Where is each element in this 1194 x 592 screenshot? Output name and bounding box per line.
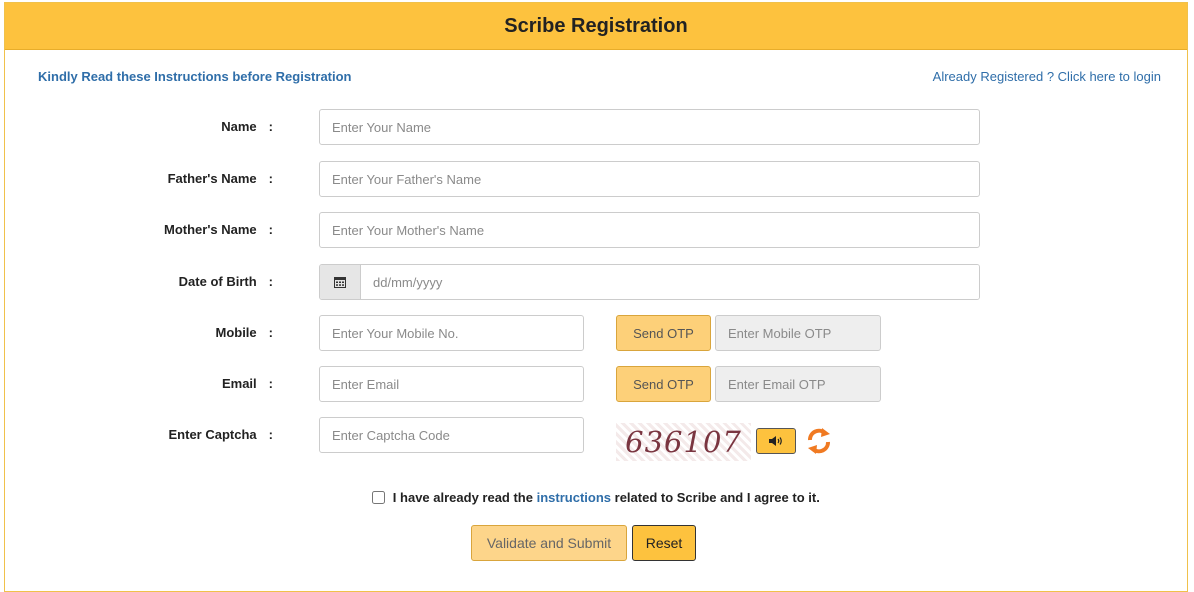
- captcha-row: Enter Captcha: 636107: [5, 417, 1187, 461]
- name-row: Name:: [5, 109, 1187, 145]
- page-title: Scribe Registration: [5, 3, 1187, 50]
- name-input[interactable]: [319, 109, 980, 145]
- agree-checkbox[interactable]: [372, 491, 386, 504]
- email-row: Email: Send OTP: [5, 366, 1187, 402]
- captcha-input[interactable]: [319, 417, 584, 453]
- send-email-otp-button[interactable]: Send OTP: [616, 366, 711, 402]
- agree-suffix: related to Scribe and I agree to it.: [614, 490, 820, 505]
- email-input[interactable]: [319, 366, 584, 402]
- email-label: Email:: [221, 376, 273, 391]
- dob-label: Date of Birth:: [178, 274, 273, 289]
- dob-field: [319, 264, 980, 300]
- dob-row: Date of Birth:: [5, 264, 1187, 300]
- refresh-icon[interactable]: [807, 427, 831, 460]
- top-links: Kindly Read these Instructions before Re…: [38, 69, 1161, 89]
- instructions-link[interactable]: Kindly Read these Instructions before Re…: [38, 69, 352, 84]
- registration-panel: Scribe Registration Kindly Read these In…: [4, 2, 1188, 592]
- validate-submit-button[interactable]: Validate and Submit: [471, 525, 627, 561]
- father-name-label: Father's Name:: [167, 171, 273, 186]
- agree-prefix: I have already read the: [392, 490, 533, 505]
- email-otp-input[interactable]: [715, 366, 881, 402]
- mother-name-input[interactable]: [319, 212, 980, 248]
- mother-name-label: Mother's Name:: [163, 222, 273, 237]
- instructions-inline-link[interactable]: instructions: [537, 490, 611, 505]
- agree-row: I have already read the instructions rel…: [5, 490, 1187, 505]
- father-name-input[interactable]: [319, 161, 980, 197]
- mobile-row: Mobile: Send OTP: [5, 315, 1187, 351]
- mother-name-row: Mother's Name:: [5, 212, 1187, 248]
- reset-button[interactable]: Reset: [632, 525, 696, 561]
- mobile-input[interactable]: [319, 315, 584, 351]
- speaker-icon[interactable]: [756, 428, 796, 454]
- father-name-row: Father's Name:: [5, 161, 1187, 197]
- login-link[interactable]: Already Registered ? Click here to login: [933, 69, 1161, 84]
- send-mobile-otp-button[interactable]: Send OTP: [616, 315, 711, 351]
- captcha-label: Enter Captcha:: [168, 427, 273, 442]
- captcha-image: 636107: [616, 423, 751, 461]
- name-label: Name:: [221, 119, 273, 134]
- calendar-icon[interactable]: [320, 265, 361, 299]
- mobile-label: Mobile:: [215, 325, 273, 340]
- dob-input[interactable]: [361, 265, 979, 299]
- mobile-otp-input[interactable]: [715, 315, 881, 351]
